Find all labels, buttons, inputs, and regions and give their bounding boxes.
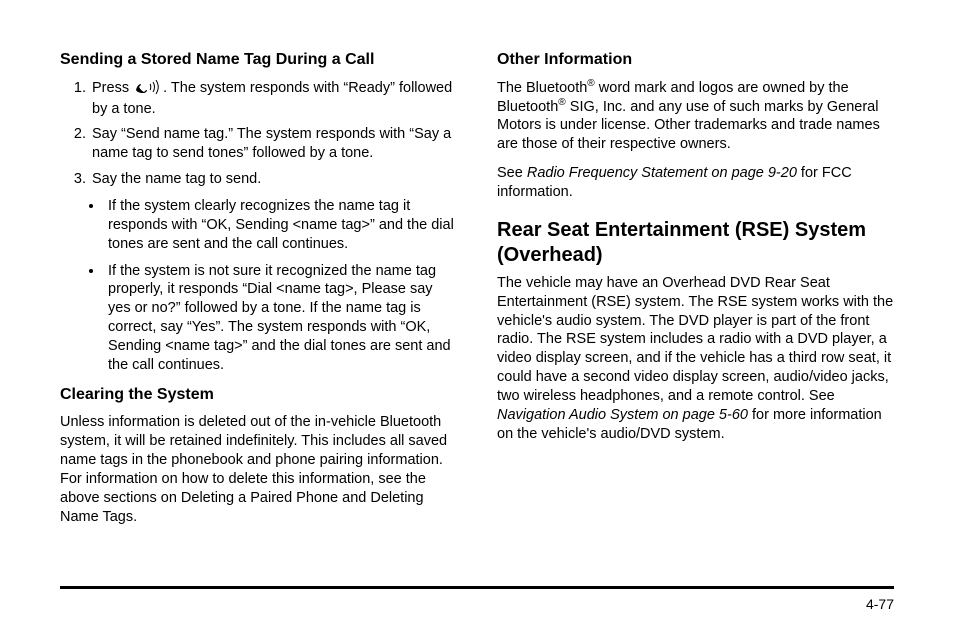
heading-other-info: Other Information	[497, 50, 894, 71]
step-2: Say “Send name tag.” The system responds…	[90, 125, 457, 163]
heading-sending-stored-name-tag: Sending a Stored Name Tag During a Call	[60, 50, 457, 71]
step-3: Say the name tag to send.	[90, 170, 457, 189]
other-p2-a: See	[497, 165, 527, 181]
step-1-text-a: Press	[92, 80, 133, 96]
rse-p-a: The vehicle may have an Overhead DVD Rea…	[497, 275, 893, 404]
xref-radio-freq: Radio Frequency Statement on page 9-20	[527, 165, 797, 181]
registered-mark-2: ®	[558, 97, 565, 108]
page-footer: 4-77	[60, 586, 894, 612]
heading-clearing-system: Clearing the System	[60, 385, 457, 406]
left-column: Sending a Stored Name Tag During a Call …	[60, 50, 457, 536]
phone-voice-icon	[133, 80, 159, 100]
steps-list: Press . The system responds with “Ready”…	[60, 79, 457, 189]
other-info-p1: The Bluetooth® word mark and logos are o…	[497, 79, 894, 154]
two-column-layout: Sending a Stored Name Tag During a Call …	[60, 50, 894, 536]
manual-page: Sending a Stored Name Tag During a Call …	[0, 0, 954, 638]
registered-mark-1: ®	[587, 78, 594, 89]
sub-bullet-list: If the system clearly recognizes the nam…	[60, 197, 457, 375]
bullet-recognized: If the system clearly recognizes the nam…	[104, 197, 457, 254]
clearing-body: Unless information is deleted out of the…	[60, 413, 457, 526]
rse-body: The vehicle may have an Overhead DVD Rea…	[497, 274, 894, 444]
bullet-not-sure: If the system is not sure it recognized …	[104, 262, 457, 375]
step-1: Press . The system responds with “Ready”…	[90, 79, 457, 119]
heading-rse-system: Rear Seat Entertainment (RSE) System (Ov…	[497, 218, 894, 268]
footer-rule	[60, 586, 894, 592]
other-p1-a: The Bluetooth	[497, 80, 587, 96]
xref-nav-audio: Navigation Audio System on page 5-60	[497, 407, 748, 423]
page-number: 4-77	[60, 596, 894, 612]
right-column: Other Information The Bluetooth® word ma…	[497, 50, 894, 536]
other-info-p2: See Radio Frequency Statement on page 9-…	[497, 164, 894, 202]
